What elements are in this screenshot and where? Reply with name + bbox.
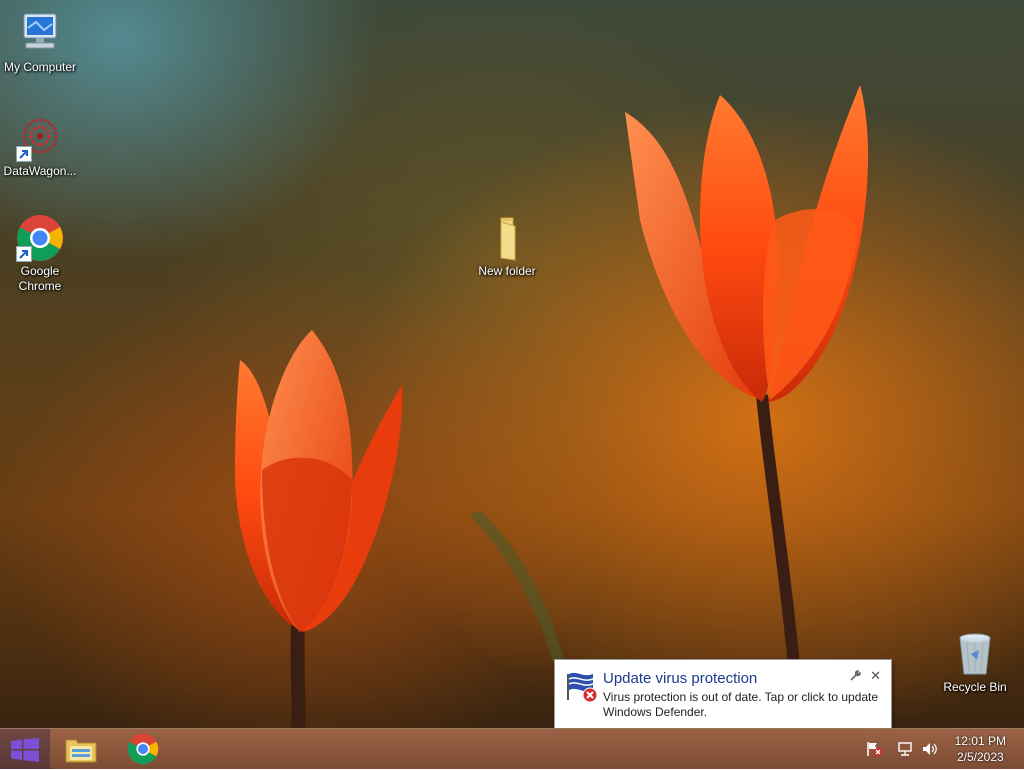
defender-flag-error-icon <box>565 670 599 704</box>
notification-body[interactable]: Virus protection is out of date. Tap or … <box>603 690 887 720</box>
clock[interactable]: 12:01 PM 2/5/2023 <box>955 733 1006 765</box>
windows-logo-icon <box>11 738 39 767</box>
recycle-bin-icon <box>951 630 999 678</box>
desktop-icon-my-computer[interactable]: My Computer <box>0 10 80 75</box>
desktop-icon-label: DataWagon... <box>3 164 77 178</box>
folder-icon <box>483 214 531 262</box>
notification-title: Update virus protection <box>603 670 758 687</box>
volume-icon[interactable] <box>921 741 939 757</box>
clock-time: 12:01 PM <box>954 734 1006 748</box>
desktop-icon-google-chrome[interactable]: Google Chrome <box>0 214 80 294</box>
shortcut-arrow-icon <box>16 246 32 262</box>
desktop-icon-label: New folder <box>478 264 536 278</box>
action-center-flag-icon[interactable] <box>866 741 884 757</box>
chrome-icon <box>16 214 64 262</box>
desktop-icon-label: Google Chrome <box>18 264 62 293</box>
wrench-icon[interactable] <box>849 669 861 687</box>
computer-icon <box>16 10 64 58</box>
notification-balloon[interactable]: Update virus protection Virus protection… <box>554 659 892 729</box>
desktop[interactable]: My Computer DataWagon... Google Chrome N… <box>0 0 1024 728</box>
datawagon-icon <box>16 114 64 162</box>
desktop-icon-new-folder[interactable]: New folder <box>467 214 547 279</box>
file-explorer-icon <box>64 734 98 769</box>
desktop-icon-label: My Computer <box>3 60 77 74</box>
desktop-icon-label: Recycle Bin <box>943 680 1007 694</box>
network-icon[interactable] <box>897 741 915 757</box>
taskbar-file-explorer-button[interactable] <box>52 729 112 769</box>
close-icon[interactable]: ✕ <box>870 668 881 684</box>
desktop-icon-recycle-bin[interactable]: Recycle Bin <box>935 630 1015 695</box>
chrome-icon <box>127 733 159 770</box>
start-button[interactable] <box>0 729 50 769</box>
clock-date: 2/5/2023 <box>956 750 1004 764</box>
desktop-icon-datawagon[interactable]: DataWagon... <box>0 114 80 179</box>
wallpaper-image <box>235 85 869 728</box>
taskbar: 12:01 PM 2/5/2023 <box>0 728 1024 769</box>
taskbar-chrome-button[interactable] <box>113 729 173 769</box>
shortcut-arrow-icon <box>16 146 32 162</box>
